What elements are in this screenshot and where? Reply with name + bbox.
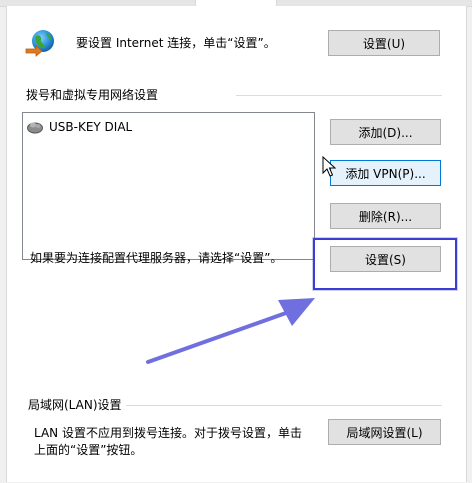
lan-section-title: 局域网(LAN)设置 xyxy=(28,398,122,412)
lan-description-line1: LAN 设置不应用到拨号连接。对于拨号设置，单击 xyxy=(34,426,302,440)
dialup-section-divider xyxy=(236,95,442,96)
annotation-highlight-box xyxy=(313,238,457,290)
connection-name: USB-KEY DIAL xyxy=(49,120,133,134)
add-connection-button[interactable]: 添加(D)... xyxy=(330,119,441,145)
connections-list[interactable]: USB-KEY DIAL xyxy=(22,112,315,260)
remove-connection-button[interactable]: 删除(R)... xyxy=(330,203,441,229)
lan-description-line2: 上面的“设置”按钮。 xyxy=(34,443,143,457)
proxy-instruction-text: 如果要为连接配置代理服务器，请选择“设置”。 xyxy=(30,251,283,265)
annotation-arrow-icon xyxy=(140,288,320,368)
internet-globe-icon xyxy=(24,28,58,58)
dialup-section-title: 拨号和虚拟专用网络设置 xyxy=(26,88,159,102)
lan-settings-button[interactable]: 局域网设置(L) xyxy=(328,419,441,445)
dialup-connection-icon xyxy=(26,120,44,134)
lan-section-divider xyxy=(126,405,442,406)
internet-setup-text: 要设置 Internet 连接，单击“设置”。 xyxy=(76,36,276,50)
add-vpn-button[interactable]: 添加 VPN(P)... xyxy=(330,160,441,186)
mouse-cursor-icon xyxy=(322,155,337,178)
internet-setup-button[interactable]: 设置(U) xyxy=(328,30,440,56)
list-item[interactable]: USB-KEY DIAL xyxy=(26,118,132,136)
